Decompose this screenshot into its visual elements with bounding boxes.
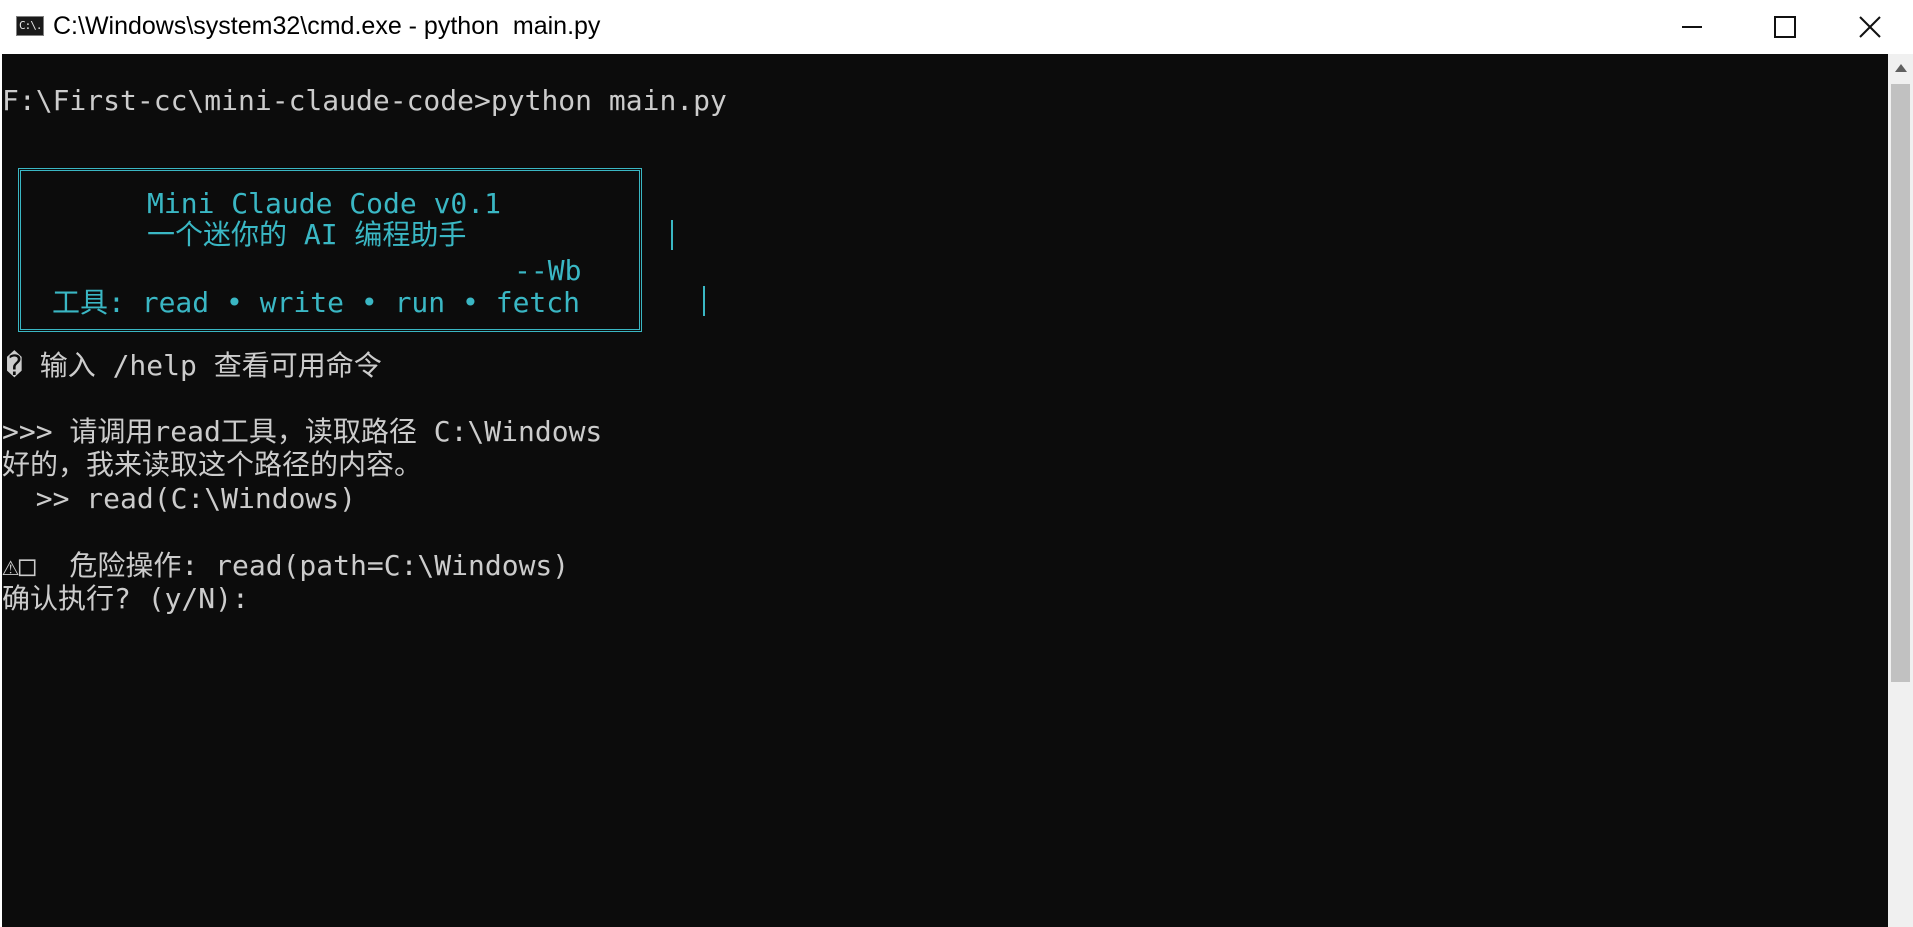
close-button[interactable]: [1829, 0, 1913, 54]
banner-author: --Wb: [514, 254, 582, 287]
command-line: F:\First-cc\mini-claude-code>python main…: [2, 84, 727, 117]
banner-border-fragment: [671, 220, 673, 250]
title-bar[interactable]: C:\. C:\Windows\system32\cmd.exe - pytho…: [0, 0, 1913, 54]
banner-title: Mini Claude Code v0.1: [147, 187, 502, 220]
maximize-button[interactable]: [1737, 0, 1829, 54]
scroll-thumb[interactable]: [1891, 84, 1910, 682]
cmd-icon[interactable]: C:\.: [16, 16, 44, 36]
banner-tools: 工具: read • write • run • fetch: [52, 286, 581, 319]
vertical-scrollbar[interactable]: [1888, 54, 1913, 927]
minimize-button[interactable]: [1645, 0, 1737, 54]
window-title: C:\Windows\system32\cmd.exe - python mai…: [53, 12, 601, 40]
user-input-line: >>> 请调用read工具，读取路径 C:\Windows: [2, 415, 603, 448]
warning-line: ⚠□ 危险操作: read(path=C:\Windows): [2, 549, 570, 582]
close-icon: [1859, 16, 1881, 38]
cmd-window: C:\. C:\Windows\system32\cmd.exe - pytho…: [0, 0, 1913, 927]
chevron-up-icon: [1894, 64, 1907, 72]
cmd-icon-glyph: C:\.: [19, 19, 42, 32]
assistant-reply: 好的，我来读取这个路径的内容。: [2, 448, 423, 481]
scroll-up-button[interactable]: [1888, 54, 1913, 82]
banner-subtitle: 一个迷你的 AI 编程助手: [147, 218, 467, 251]
maximize-icon: [1774, 16, 1796, 38]
banner-border-fragment: [703, 286, 705, 316]
confirm-prompt[interactable]: 确认执行? (y/N):: [2, 582, 266, 616]
console-output[interactable]: F:\First-cc\mini-claude-code>python main…: [2, 54, 1888, 927]
minimize-icon: [1682, 26, 1702, 28]
tool-call-line: >> read(C:\Windows): [2, 482, 357, 515]
help-hint: � 输入 /help 查看可用命令: [6, 349, 382, 382]
